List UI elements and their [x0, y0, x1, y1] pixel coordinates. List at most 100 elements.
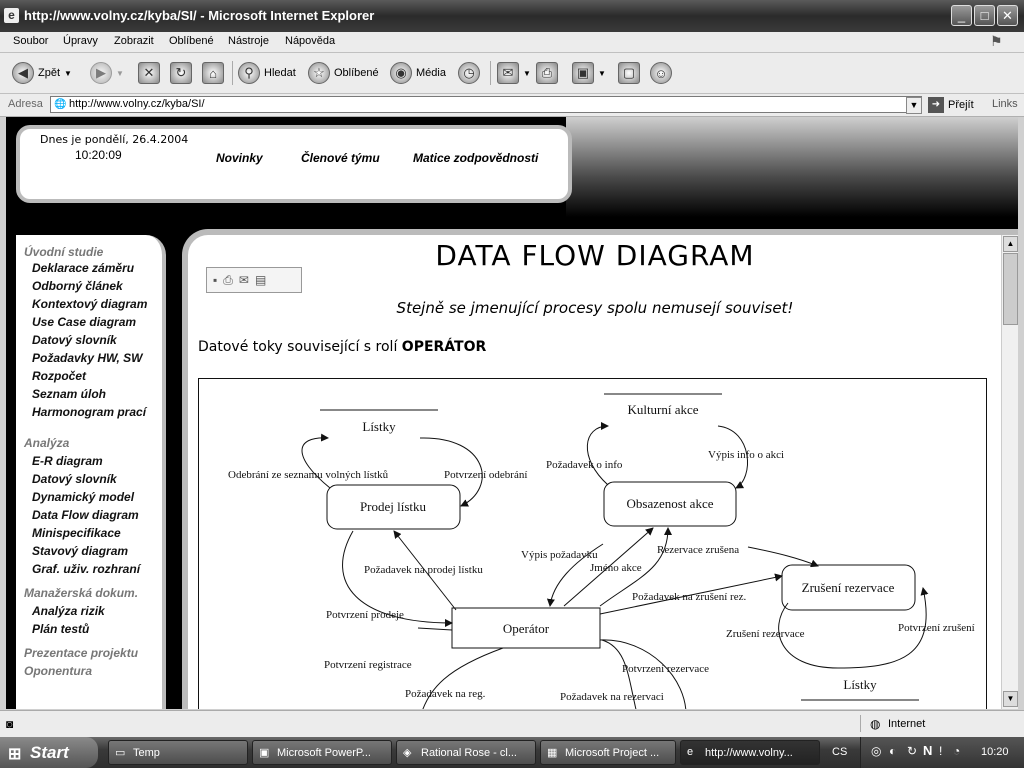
favorites-label: Oblíbené [334, 67, 379, 79]
sidebar-item-rizika[interactable]: Analýza rizik [32, 604, 105, 618]
sidebar-section-analyza[interactable]: Analýza [24, 436, 69, 450]
sidebar-item-testy[interactable]: Plán testů [32, 622, 89, 636]
forward-button[interactable]: ▶ ▼ [90, 59, 124, 87]
intro-role: OPERÁTOR [401, 339, 487, 355]
back-dropdown-icon[interactable]: ▼ [64, 69, 72, 78]
sidebar-item-deklarace[interactable]: Deklarace záměru [32, 261, 134, 275]
close-button[interactable]: ✕ [997, 5, 1018, 26]
history-button[interactable]: ◷ [458, 59, 480, 87]
sidebar-item-stavovy[interactable]: Stavový diagram [32, 544, 128, 558]
menu-napoveda[interactable]: Nápověda [285, 35, 335, 47]
sidebar-item-dynamicky[interactable]: Dynamický model [32, 490, 134, 504]
content-area: DATA FLOW DIAGRAM ▪ ⎙ ✉ ▤ Stejně se jmen… [182, 229, 1018, 709]
print-button[interactable]: ⎙ [536, 59, 558, 87]
messenger-button[interactable]: ☺ [650, 59, 672, 87]
home-icon: ⌂ [202, 62, 224, 84]
search-label: Hledat [264, 67, 296, 79]
tray-sync-icon[interactable]: ↻ [907, 744, 917, 758]
sidebar-section-uvodni[interactable]: Úvodní studie [24, 245, 103, 259]
print-icon[interactable]: ⎙ [223, 273, 233, 288]
sidebar-item-seznam-uloh[interactable]: Seznam úloh [32, 387, 106, 401]
scroll-thumb[interactable] [1003, 253, 1018, 325]
media-button[interactable]: ◉ Média [390, 59, 446, 87]
menu-bar: Soubor Úpravy Zobrazit Oblíbené Nástroje… [0, 32, 1024, 53]
maximize-button[interactable]: □ [974, 5, 995, 26]
refresh-button[interactable]: ↻ [170, 59, 192, 87]
menu-oblibene[interactable]: Oblíbené [169, 35, 214, 47]
tray-volume-icon[interactable]: ◔ [953, 744, 960, 758]
back-button[interactable]: ◀ Zpět ▼ [12, 59, 72, 87]
menu-soubor[interactable]: Soubor [13, 35, 48, 47]
edit-dropdown-icon[interactable]: ▼ [598, 69, 606, 78]
sidebar-item-slovnik[interactable]: Datový slovník [32, 333, 117, 347]
sidebar-item-kontextovy[interactable]: Kontextový diagram [32, 297, 147, 311]
task-powerpoint[interactable]: ▣ Microsoft PowerP... [252, 740, 392, 765]
process-operator-label: Operátor [503, 621, 550, 636]
discuss-button[interactable]: ▢ [618, 59, 640, 87]
sidebar-item-dataflow[interactable]: Data Flow diagram [32, 508, 139, 522]
forward-dropdown-icon[interactable]: ▼ [116, 69, 124, 78]
nav-matice[interactable]: Matice zodpovědnosti [413, 151, 538, 165]
tray-n-icon[interactable]: N [923, 743, 932, 758]
sidebar-item-minispecifikace[interactable]: Minispecifikace [32, 526, 121, 540]
process-obsazenost-label: Obsazenost akce [627, 496, 714, 511]
sidebar-item-harmonogram[interactable]: Harmonogram prací [32, 405, 146, 419]
page-status-icon: ◙ [6, 717, 14, 731]
nav-novinky[interactable]: Novinky [216, 151, 263, 165]
nav-clenove-tymu[interactable]: Členové týmu [301, 151, 380, 165]
sidebar-section-manazerska[interactable]: Manažerská dokum. [24, 586, 138, 600]
sidebar-section-prezentace[interactable]: Prezentace projektu [24, 646, 138, 660]
tray-network-icon[interactable]: ◎ [871, 744, 881, 758]
sidebar-item-usecase[interactable]: Use Case diagram [32, 315, 136, 329]
flow-pozadavek-prodej: Požadavek na prodej lístku [364, 564, 483, 576]
toolbar: ◀ Zpět ▼ ▶ ▼ ✕ ↻ ⌂ ⚲ Hledat ☆ Oblíbené ◉… [0, 53, 1024, 94]
rose-icon: ◈ [403, 747, 412, 759]
home-button[interactable]: ⌂ [202, 59, 224, 87]
favorites-button[interactable]: ☆ Oblíbené [308, 59, 379, 87]
sidebar-item-pozadavky[interactable]: Požadavky HW, SW [32, 351, 142, 365]
current-time: 10:20:09 [75, 148, 122, 162]
clock[interactable]: 10:20 [981, 746, 1009, 758]
task-project[interactable]: ▦ Microsoft Project ... [540, 740, 676, 765]
flow-pozadavek-reg: Požadavek na reg. [405, 688, 486, 700]
dfd-diagram: Lístky Kulturní akce Lístky Prodej lístk… [198, 378, 987, 709]
task-rational-rose[interactable]: ◈ Rational Rose - cl... [396, 740, 536, 765]
menu-zobrazit[interactable]: Zobrazit [114, 35, 154, 47]
save-icon[interactable]: ▪ [213, 273, 217, 287]
links-label[interactable]: Links [992, 98, 1018, 110]
go-button[interactable]: ➜ Přejít [928, 96, 974, 114]
menu-nastroje[interactable]: Nástroje [228, 35, 269, 47]
mail-dropdown-icon[interactable]: ▼ [523, 69, 531, 78]
vertical-scrollbar[interactable]: ▲ ▼ [1001, 235, 1018, 709]
sidebar-section-oponentura[interactable]: Oponentura [24, 664, 92, 678]
flow-odebrani: Odebrání ze seznamu volných lístků [228, 469, 389, 481]
sidebar-item-datovy-slovnik[interactable]: Datový slovník [32, 472, 117, 486]
scroll-down-icon[interactable]: ▼ [1003, 691, 1018, 707]
task-ie[interactable]: e http://www.volny... [680, 740, 820, 765]
flow-rezervace-zrusena: Rezervace zrušena [657, 544, 739, 556]
tray-alert-icon[interactable]: ! [939, 744, 942, 758]
address-dropdown-icon[interactable]: ▼ [906, 97, 922, 114]
stop-button[interactable]: ✕ [138, 59, 160, 87]
print-icon: ⎙ [536, 62, 558, 84]
printer-icon[interactable]: ▤ [255, 273, 266, 287]
tray-antivirus-icon[interactable]: ◐ [889, 744, 896, 758]
mail-icon[interactable]: ✉ [239, 273, 249, 287]
search-button[interactable]: ⚲ Hledat [238, 59, 296, 87]
language-indicator[interactable]: CS [832, 746, 847, 758]
sidebar-item-gui[interactable]: Graf. uživ. rozhraní [32, 562, 140, 576]
sidebar-item-er[interactable]: E-R diagram [32, 454, 103, 468]
star-icon: ☆ [308, 62, 330, 84]
start-button[interactable]: ⊞ Start [0, 737, 98, 768]
menu-upravy[interactable]: Úpravy [63, 35, 98, 47]
address-input[interactable]: 🌐 http://www.volny.cz/kyba/SI/ [50, 96, 922, 113]
ie-task-icon: e [687, 746, 694, 758]
edit-button[interactable]: ▣ ▼ [572, 59, 606, 87]
minimize-button[interactable]: _ [951, 5, 972, 26]
task-temp[interactable]: ▭ Temp [108, 740, 248, 765]
sidebar-item-clanek[interactable]: Odborný článek [32, 279, 123, 293]
scroll-up-icon[interactable]: ▲ [1003, 236, 1018, 252]
web-page: Dnes je pondělí, 26.4.2004 10:20:09 Novi… [6, 117, 1018, 709]
sidebar-item-rozpocet[interactable]: Rozpočet [32, 369, 86, 383]
mail-button[interactable]: ✉ ▼ [497, 59, 531, 87]
